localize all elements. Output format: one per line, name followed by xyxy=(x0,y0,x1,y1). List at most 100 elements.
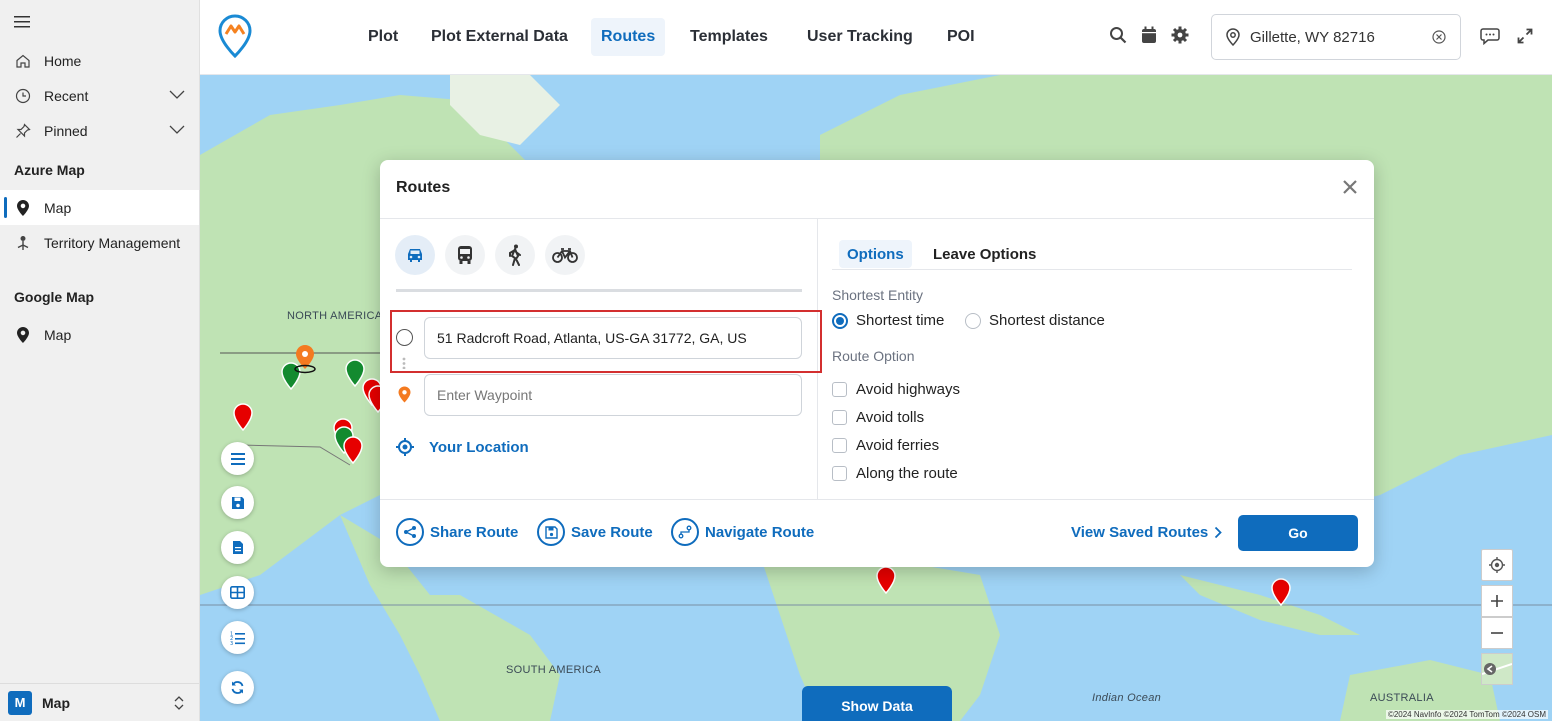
show-data-button[interactable]: Show Data xyxy=(802,686,952,721)
chat-icon[interactable] xyxy=(1480,27,1500,47)
zoom-in-button[interactable] xyxy=(1481,585,1513,617)
your-location-link[interactable]: Your Location xyxy=(395,437,529,457)
routes-dialog: Routes 51 Radcroft Road, Atlanta, US-GA … xyxy=(380,160,1374,567)
close-icon[interactable] xyxy=(1342,177,1358,199)
sidebar-item-label: Home xyxy=(44,52,82,69)
checkbox-icon xyxy=(832,410,847,425)
sidebar-item-azure-map[interactable]: Map xyxy=(0,190,199,225)
sidebar: Home Recent Pinned Azure Map Map Territo… xyxy=(0,0,200,721)
map-style-icon[interactable] xyxy=(1481,653,1513,685)
locate-icon[interactable] xyxy=(1481,549,1513,581)
checkbox-avoid-tolls[interactable]: Avoid tolls xyxy=(832,409,924,426)
search-icon[interactable] xyxy=(1109,26,1129,46)
route-option-label: Route Option xyxy=(832,348,915,364)
sidebar-item-territory-management[interactable]: Territory Management xyxy=(0,225,199,260)
radio-shortest-time[interactable]: Shortest time xyxy=(832,312,944,329)
sidebar-item-label: Pinned xyxy=(44,122,88,139)
sidebar-item-label: Map xyxy=(44,199,72,216)
hamburger-menu-icon[interactable] xyxy=(14,15,30,28)
tab-templates[interactable]: Templates xyxy=(680,18,778,56)
numbered-list-icon[interactable]: 123 xyxy=(221,621,254,654)
calendar-icon[interactable] xyxy=(1141,26,1161,46)
checkbox-icon xyxy=(832,382,847,397)
area-badge: M xyxy=(8,690,32,715)
map-label-south-america: SOUTH AMERICA xyxy=(506,664,601,676)
divider xyxy=(380,218,1374,219)
tab-routes[interactable]: Routes xyxy=(591,18,666,56)
section-google-map: Google Map xyxy=(14,289,95,305)
checkbox-icon xyxy=(832,438,847,453)
sidebar-item-label: Recent xyxy=(44,87,89,104)
home-icon xyxy=(14,52,32,70)
checkbox-avoid-highways[interactable]: Avoid highways xyxy=(832,381,960,398)
tab-leave-options[interactable]: Leave Options xyxy=(925,240,1044,268)
map-marker-icon xyxy=(14,326,32,344)
radio-checked-icon xyxy=(832,312,848,329)
expand-icon[interactable] xyxy=(1517,28,1537,48)
grid-icon[interactable] xyxy=(221,576,254,609)
radio-shortest-distance[interactable]: Shortest distance xyxy=(965,312,1105,329)
gear-icon[interactable] xyxy=(1171,26,1191,46)
bike-icon[interactable] xyxy=(545,235,585,275)
sidebar-item-google-map[interactable]: Map xyxy=(0,317,199,352)
checkbox-icon xyxy=(832,466,847,481)
map-marker-icon xyxy=(14,199,32,217)
checkbox-label: Avoid tolls xyxy=(856,409,925,426)
document-icon[interactable] xyxy=(221,531,254,564)
area-switcher[interactable]: M Map xyxy=(0,683,199,721)
tab-divider xyxy=(832,269,1352,270)
save-icon[interactable] xyxy=(221,486,254,519)
sidebar-item-pinned[interactable]: Pinned xyxy=(0,113,199,148)
dialog-title: Routes xyxy=(396,179,451,196)
share-route-label: Share Route xyxy=(430,523,519,541)
tab-poi[interactable]: POI xyxy=(937,18,985,56)
clear-icon[interactable] xyxy=(1432,30,1446,44)
zoom-out-button[interactable] xyxy=(1481,617,1513,649)
sidebar-item-label: Territory Management xyxy=(44,234,181,251)
sidebar-item-label: Map xyxy=(44,326,72,343)
save-route-button[interactable]: Save Route xyxy=(537,518,653,546)
navigate-route-button[interactable]: Navigate Route xyxy=(671,518,814,546)
chevron-down-icon[interactable] xyxy=(169,87,185,103)
car-icon[interactable] xyxy=(395,235,435,275)
checkbox-label: Avoid ferries xyxy=(856,437,940,454)
bus-icon[interactable] xyxy=(445,235,485,275)
tab-plot[interactable]: Plot xyxy=(358,18,408,56)
tab-user-tracking[interactable]: User Tracking xyxy=(797,18,923,56)
go-button[interactable]: Go xyxy=(1238,515,1358,551)
map-label-australia: AUSTRALIA xyxy=(1370,692,1434,704)
refresh-icon[interactable] xyxy=(221,671,254,704)
sidebar-item-home[interactable]: Home xyxy=(0,43,199,78)
app-logo-icon xyxy=(218,14,252,63)
map-attribution: ©2024 NavInfo ©2024 TomTom ©2024 OSM xyxy=(1385,710,1548,719)
location-input-value[interactable]: Gillette, WY 82716 xyxy=(1250,29,1375,46)
navigate-route-label: Navigate Route xyxy=(705,523,815,541)
section-azure-map: Azure Map xyxy=(14,162,85,178)
sidebar-item-recent[interactable]: Recent xyxy=(0,78,199,113)
waypoint-input[interactable]: Enter Waypoint xyxy=(424,374,802,416)
chevron-up-down-icon xyxy=(173,695,185,714)
area-label: Map xyxy=(42,694,70,711)
radio-unchecked-icon xyxy=(965,312,981,329)
chevron-down-icon[interactable] xyxy=(169,122,185,138)
your-location-label: Your Location xyxy=(429,438,529,456)
checkbox-label: Along the route xyxy=(856,465,958,482)
checkbox-along-the-route[interactable]: Along the route xyxy=(832,465,958,482)
radio-label: Shortest distance xyxy=(989,312,1105,329)
mode-divider xyxy=(396,289,802,292)
list-icon[interactable] xyxy=(221,442,254,475)
checkbox-avoid-ferries[interactable]: Avoid ferries xyxy=(832,437,939,454)
crosshair-icon xyxy=(395,437,421,457)
location-search-box[interactable]: Gillette, WY 82716 xyxy=(1211,14,1461,60)
highlight-box xyxy=(390,310,822,373)
tab-options[interactable]: Options xyxy=(839,240,912,268)
tab-plot-external-data[interactable]: Plot External Data xyxy=(421,18,578,56)
view-saved-routes-label: View Saved Routes xyxy=(1071,524,1209,541)
save-icon xyxy=(537,518,565,546)
share-route-button[interactable]: Share Route xyxy=(396,518,518,546)
top-bar: Plot Plot External Data Routes Templates… xyxy=(200,0,1552,75)
navigate-icon xyxy=(671,518,699,546)
walk-icon[interactable] xyxy=(495,235,535,275)
view-saved-routes-link[interactable]: View Saved Routes xyxy=(1071,524,1223,541)
share-icon xyxy=(396,518,424,546)
